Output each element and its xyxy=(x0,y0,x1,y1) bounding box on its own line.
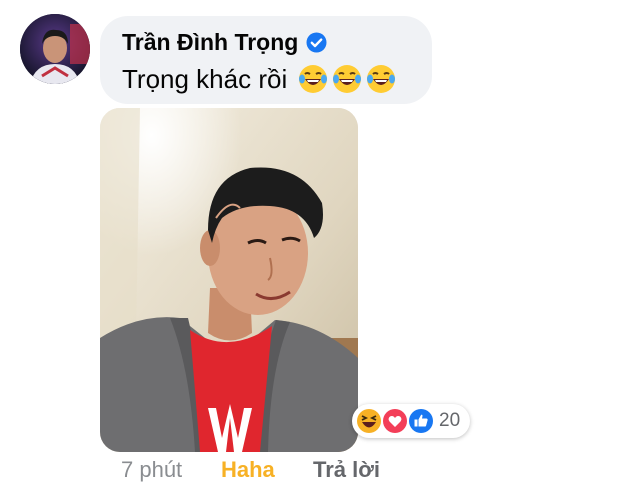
avatar[interactable] xyxy=(20,14,90,84)
laughing-tears-emoji-icon xyxy=(297,63,329,95)
comment-row: Trọng khác rồi xyxy=(122,62,410,96)
avatar-image xyxy=(20,14,90,84)
comment-photo[interactable] xyxy=(100,108,358,452)
comment-bubble: Trần Đình Trọng Trọng khác rồi xyxy=(100,16,432,104)
emoji-group xyxy=(297,63,397,95)
haha-button[interactable]: Haha xyxy=(221,457,313,483)
haha-reaction-icon xyxy=(355,407,383,435)
selfie-image xyxy=(100,108,358,452)
author-name[interactable]: Trần Đình Trọng xyxy=(122,29,298,56)
comment-actions: 7 phút Haha Trả lời xyxy=(121,456,380,484)
reaction-count: 20 xyxy=(439,410,461,431)
comment-text: Trọng khác rồi xyxy=(122,63,288,94)
laughing-tears-emoji-icon xyxy=(365,63,397,95)
reply-button[interactable]: Trả lời xyxy=(313,457,380,483)
timestamp[interactable]: 7 phút xyxy=(121,457,221,483)
love-reaction-icon xyxy=(381,407,409,435)
reaction-summary[interactable]: 20 xyxy=(352,404,470,438)
like-reaction-icon xyxy=(407,407,435,435)
author-row: Trần Đình Trọng xyxy=(122,26,410,58)
laughing-tears-emoji-icon xyxy=(331,63,363,95)
verified-badge-icon xyxy=(306,32,327,53)
